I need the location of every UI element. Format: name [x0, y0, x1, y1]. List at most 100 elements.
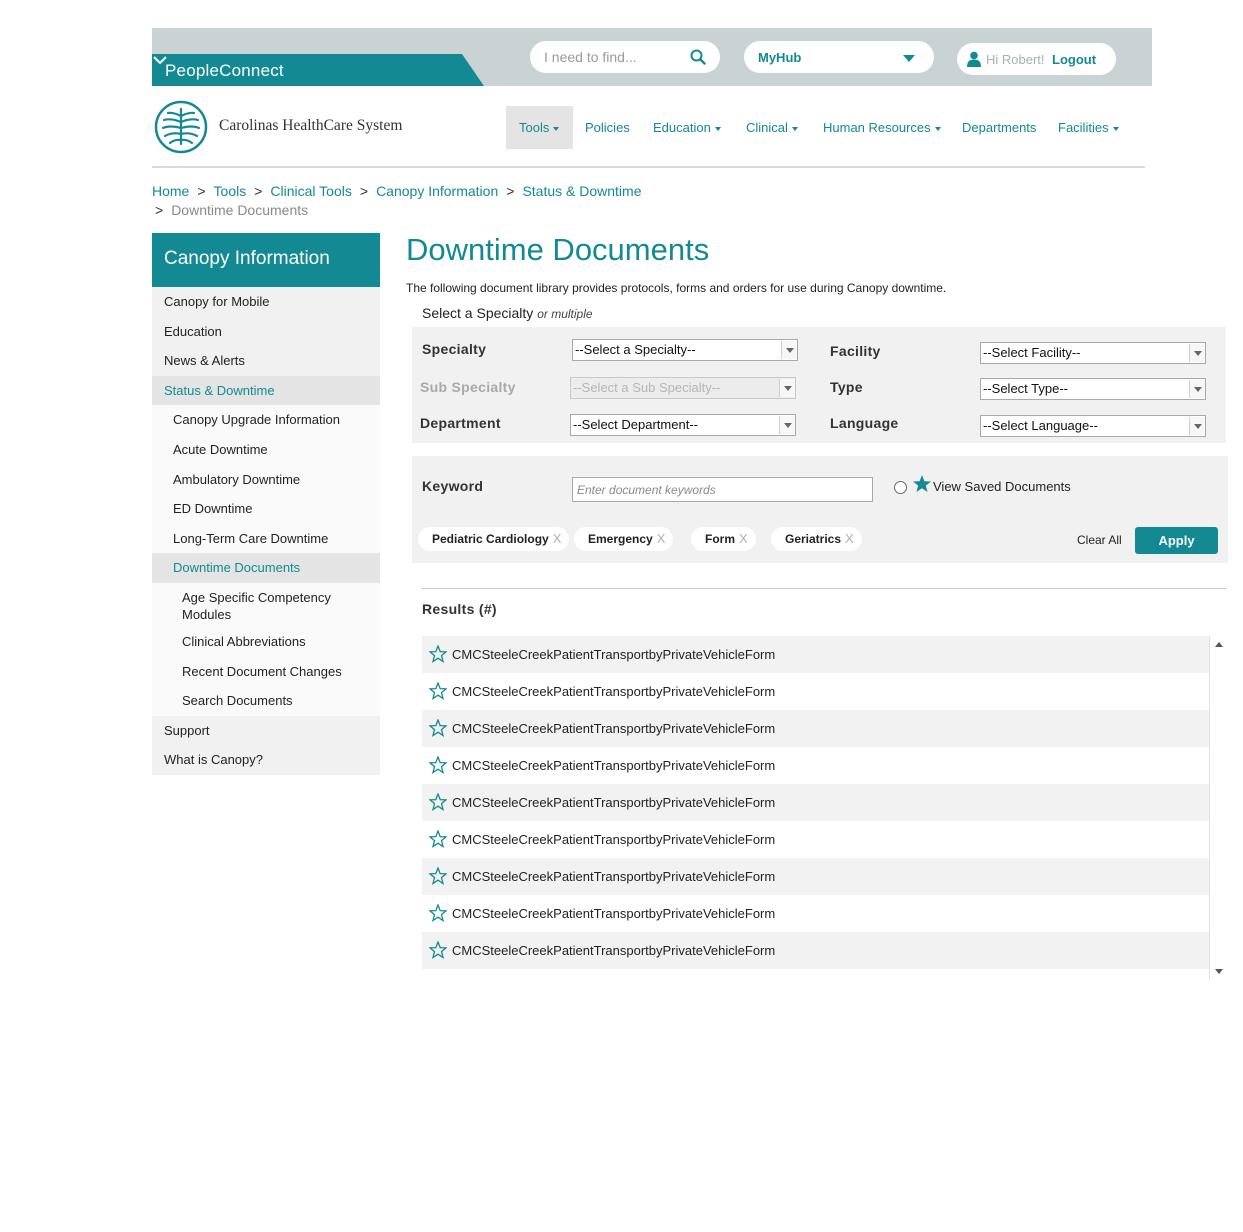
result-title[interactable]: CMCSteeleCreekPatientTransportbyPrivateV…	[452, 906, 775, 921]
hub-select[interactable]: MyHub	[744, 41, 934, 73]
scrollbar[interactable]	[1209, 636, 1226, 980]
search-icon[interactable]	[690, 49, 706, 65]
apply-button[interactable]: Apply	[1135, 527, 1218, 554]
result-row[interactable]: CMCSteeleCreekPatientTransportbyPrivateV…	[422, 895, 1209, 932]
logout-link[interactable]: Logout	[1052, 52, 1096, 67]
language-value: --Select Language--	[983, 418, 1098, 433]
sidebar-item-ed-downtime[interactable]: ED Downtime	[152, 494, 380, 524]
sidebar-item-recent-document-changes[interactable]: Recent Document Changes	[152, 656, 380, 687]
star-outline-icon[interactable]	[429, 719, 447, 737]
result-row[interactable]: CMCSteeleCreekPatientTransportbyPrivateV…	[422, 636, 1209, 673]
results-list: CMCSteeleCreekPatientTransportbyPrivateV…	[422, 636, 1226, 980]
nav-tools[interactable]: Tools	[506, 106, 573, 149]
sidebar-item-canopy-upgrade[interactable]: Canopy Upgrade Information	[152, 405, 380, 435]
nav-education[interactable]: Education	[653, 106, 721, 149]
saved-documents-radio[interactable]	[894, 481, 907, 494]
nav-human-resources[interactable]: Human Resources	[823, 106, 941, 149]
result-title[interactable]: CMCSteeleCreekPatientTransportbyPrivateV…	[452, 832, 775, 847]
sidebar-item-education[interactable]: Education	[152, 316, 380, 347]
result-row[interactable]: CMCSteeleCreekPatientTransportbyPrivateV…	[422, 821, 1209, 858]
sidebar-item-ambulatory-downtime[interactable]: Ambulatory Downtime	[152, 464, 380, 495]
saved-documents-label[interactable]: View Saved Documents	[933, 479, 1071, 494]
nav-label: Human Resources	[823, 120, 931, 135]
star-outline-icon[interactable]	[429, 867, 447, 885]
scroll-up-icon[interactable]	[1215, 642, 1223, 647]
star-outline-icon[interactable]	[429, 904, 447, 922]
keyword-input[interactable]	[572, 477, 873, 502]
breadcrumb-separator: >	[254, 183, 263, 199]
result-title[interactable]: CMCSteeleCreekPatientTransportbyPrivateV…	[452, 684, 775, 699]
specialty-prompt: Select a Specialty or multiple	[422, 305, 593, 321]
result-row[interactable]: CMCSteeleCreekPatientTransportbyPrivateV…	[422, 858, 1209, 895]
department-label: Department	[420, 415, 501, 431]
scroll-down-icon[interactable]	[1215, 969, 1223, 974]
chip-label: Geriatrics	[785, 532, 842, 546]
type-select[interactable]: --Select Type--	[980, 378, 1206, 400]
result-row[interactable]: CMCSteeleCreekPatientTransportbyPrivateV…	[422, 673, 1209, 710]
dropdown-arrow-icon	[1189, 344, 1205, 362]
sidebar-item-downtime-documents[interactable]: Downtime Documents	[152, 553, 380, 583]
sidebar-item-search-documents[interactable]: Search Documents	[152, 686, 380, 716]
specialty-select[interactable]: --Select a Specialty--	[572, 339, 798, 361]
breadcrumb-status-downtime[interactable]: Status & Downtime	[522, 183, 641, 199]
result-title[interactable]: CMCSteeleCreekPatientTransportbyPrivateV…	[452, 647, 775, 662]
result-row[interactable]: CMCSteeleCreekPatientTransportbyPrivateV…	[422, 784, 1209, 821]
result-row[interactable]: CMCSteeleCreekPatientTransportbyPrivateV…	[422, 932, 1209, 969]
specialty-value: --Select a Specialty--	[575, 342, 696, 357]
result-row[interactable]: CMCSteeleCreekPatientTransportbyPrivateV…	[422, 710, 1209, 747]
sidebar-item-clinical-abbreviations[interactable]: Clinical Abbreviations	[152, 626, 380, 657]
chip-remove-icon[interactable]: X	[553, 531, 562, 546]
nav-clinical[interactable]: Clinical	[746, 106, 798, 149]
breadcrumb-separator: >	[197, 183, 206, 199]
star-outline-icon[interactable]	[429, 830, 447, 848]
breadcrumb-home[interactable]: Home	[152, 183, 189, 199]
result-title[interactable]: CMCSteeleCreekPatientTransportbyPrivateV…	[452, 758, 775, 773]
search-input[interactable]	[544, 49, 684, 65]
breadcrumb-tools[interactable]: Tools	[214, 183, 247, 199]
star-outline-icon[interactable]	[429, 645, 447, 663]
result-title[interactable]: CMCSteeleCreekPatientTransportbyPrivateV…	[452, 795, 775, 810]
result-title[interactable]: CMCSteeleCreekPatientTransportbyPrivateV…	[452, 943, 775, 958]
nav-policies[interactable]: Policies	[585, 106, 630, 149]
sidebar-item-what-is-canopy[interactable]: What is Canopy?	[152, 745, 380, 775]
dropdown-arrow-icon	[1189, 380, 1205, 398]
chip-remove-icon[interactable]: X	[845, 531, 854, 546]
filter-panel: Specialty --Select a Specialty-- Sub Spe…	[412, 327, 1226, 443]
sub-specialty-select[interactable]: --Select a Sub Specialty--	[570, 377, 796, 399]
star-filled-icon	[913, 475, 931, 492]
specialty-label: Specialty	[422, 341, 487, 357]
facility-value: --Select Facility--	[983, 345, 1081, 360]
result-title[interactable]: CMCSteeleCreekPatientTransportbyPrivateV…	[452, 721, 775, 736]
breadcrumb-separator: >	[506, 183, 515, 199]
page-title: Downtime Documents	[406, 232, 710, 267]
nav-facilities[interactable]: Facilities	[1058, 106, 1119, 149]
sidebar-item-news-alerts[interactable]: News & Alerts	[152, 346, 380, 376]
language-select[interactable]: --Select Language--	[980, 415, 1206, 437]
chip-remove-icon[interactable]: X	[657, 531, 666, 546]
specialty-prompt-text: Select a Specialty	[422, 305, 534, 321]
star-outline-icon[interactable]	[429, 941, 447, 959]
breadcrumb-canopy-information[interactable]: Canopy Information	[376, 183, 498, 199]
sidebar-item-age-specific[interactable]: Age Specific Competency Modules	[152, 582, 380, 627]
facility-select[interactable]: --Select Facility--	[980, 342, 1206, 364]
sidebar-item-canopy-for-mobile[interactable]: Canopy for Mobile	[152, 287, 380, 317]
clear-all-link[interactable]: Clear All	[1077, 533, 1122, 547]
breadcrumb-clinical-tools[interactable]: Clinical Tools	[270, 183, 351, 199]
result-row[interactable]: CMCSteeleCreekPatientTransportbyPrivateV…	[422, 747, 1209, 784]
keyword-panel: Keyword View Saved Documents Pediatric C…	[412, 456, 1228, 563]
breadcrumb-line2: > Downtime Documents	[152, 201, 308, 220]
star-outline-icon[interactable]	[429, 682, 447, 700]
sidebar-item-status-downtime[interactable]: Status & Downtime	[152, 375, 380, 406]
sidebar-item-acute-downtime[interactable]: Acute Downtime	[152, 434, 380, 465]
nav-departments[interactable]: Departments	[962, 106, 1036, 149]
star-outline-icon[interactable]	[429, 793, 447, 811]
chip-remove-icon[interactable]: X	[739, 531, 748, 546]
sidebar-item-support[interactable]: Support	[152, 715, 380, 746]
result-title[interactable]: CMCSteeleCreekPatientTransportbyPrivateV…	[452, 869, 775, 884]
page-intro: The following document library provides …	[406, 281, 947, 295]
sidebar-item-long-term-care[interactable]: Long-Term Care Downtime	[152, 523, 380, 554]
peopleconnect-menu[interactable]: PeopleConnect	[152, 54, 484, 86]
logo-icon[interactable]	[154, 100, 208, 154]
star-outline-icon[interactable]	[429, 756, 447, 774]
department-select[interactable]: --Select Department--	[570, 414, 796, 436]
